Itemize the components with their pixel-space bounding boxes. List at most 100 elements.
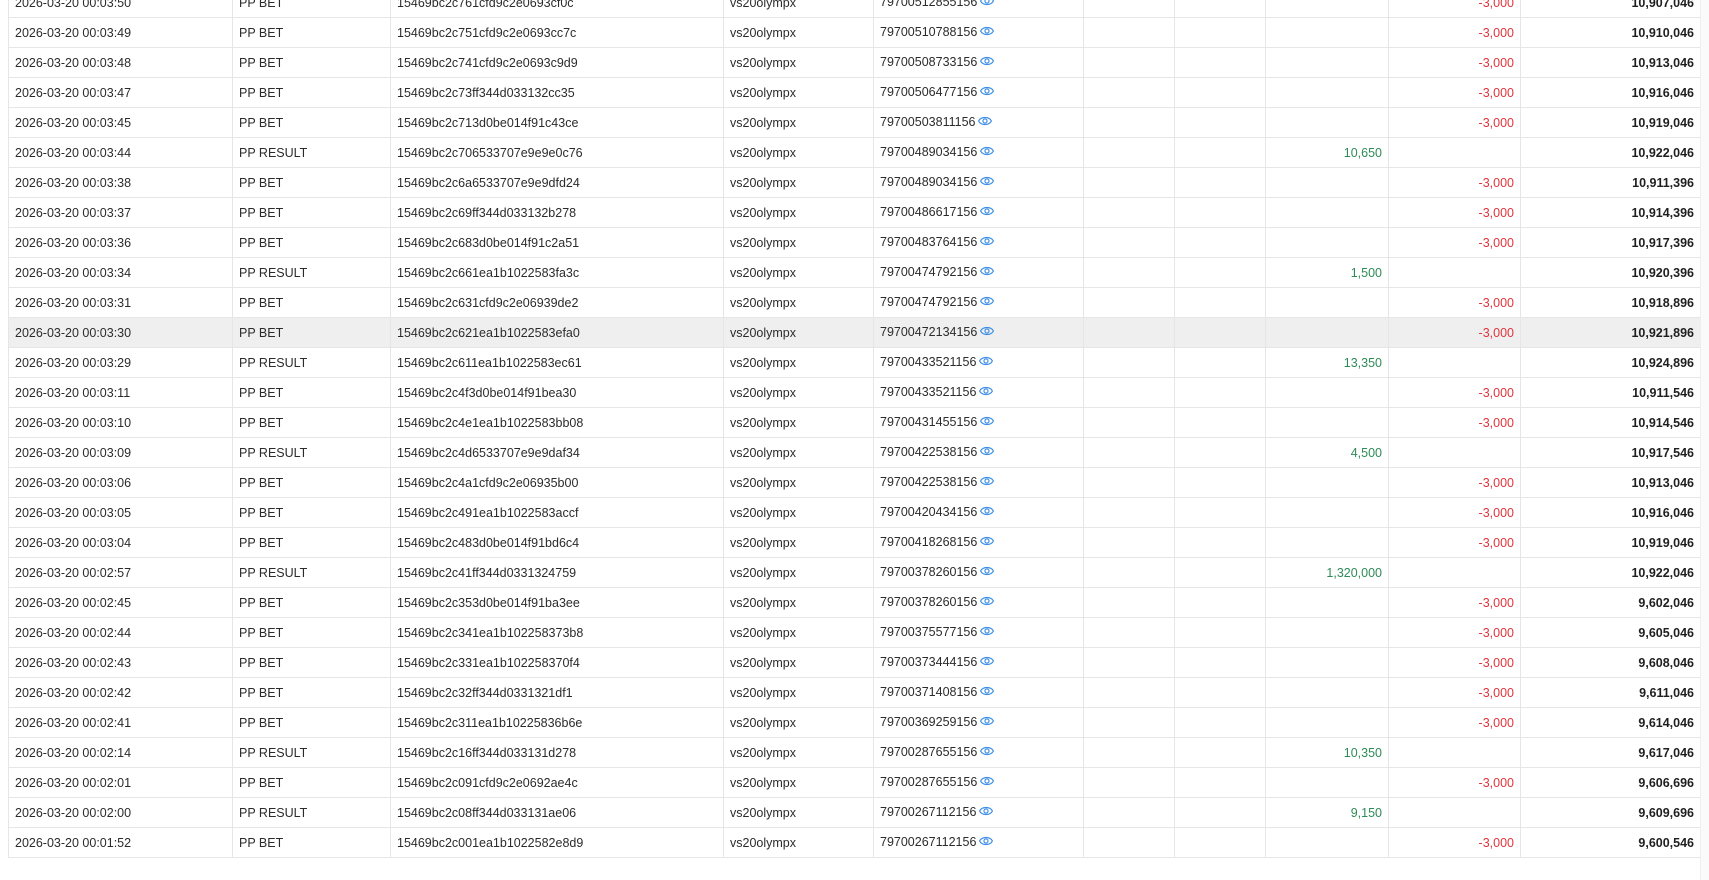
cell-round: 79700422538156 xyxy=(873,467,1084,498)
cell-balance-text: 10,913,046 xyxy=(1631,55,1694,70)
eye-icon[interactable] xyxy=(980,594,995,611)
eye-icon[interactable] xyxy=(980,624,995,641)
cell-debit: -3,000 xyxy=(1388,107,1521,138)
cell-round-text: 79700375577156 xyxy=(880,625,978,639)
eye-icon[interactable] xyxy=(980,744,995,761)
eye-icon[interactable] xyxy=(980,654,995,671)
eye-icon[interactable] xyxy=(980,564,995,581)
table-row[interactable]: 2026-03-20 00:03:05 PP BET 15469bc2c491ea1… xyxy=(8,497,1701,528)
eye-icon[interactable] xyxy=(980,174,995,191)
cell-type-text: PP BET xyxy=(239,85,284,100)
cell-debit-text: -3,000 xyxy=(1478,505,1514,520)
eye-icon[interactable] xyxy=(979,834,994,851)
transaction-table-body: 2026-03-20 00:03:50 PP BET 15469bc2c761cfd… xyxy=(8,0,1701,858)
cell-transaction-id: 15469bc2c621ea1b1022583efa0 xyxy=(390,317,724,348)
table-row[interactable]: 2026-03-20 00:03:38 PP BET 15469bc2c6a6533… xyxy=(8,167,1701,198)
cell-balance-text: 9,600,546 xyxy=(1638,835,1694,850)
table-row[interactable]: 2026-03-20 00:03:49 PP BET 15469bc2c751cfd… xyxy=(8,17,1701,48)
table-row[interactable]: 2026-03-20 00:03:45 PP BET 15469bc2c713d0b… xyxy=(8,107,1701,138)
eye-icon[interactable] xyxy=(979,804,994,821)
eye-icon[interactable] xyxy=(978,114,993,131)
eye-icon[interactable] xyxy=(980,324,995,341)
cell-type-text: PP BET xyxy=(239,25,284,40)
table-row[interactable]: 2026-03-20 00:02:14 PP RESULT 15469bc2c16f… xyxy=(8,737,1701,768)
cell-empty-2 xyxy=(1174,107,1266,138)
eye-icon[interactable] xyxy=(980,504,995,521)
table-row[interactable]: 2026-03-20 00:03:37 PP BET 15469bc2c69ff34… xyxy=(8,197,1701,228)
table-row[interactable]: 2026-03-20 00:03:30 PP BET 15469bc2c621ea1… xyxy=(8,317,1701,348)
cell-round: 79700418268156 xyxy=(873,527,1084,558)
table-row[interactable]: 2026-03-20 00:03:29 PP RESULT 15469bc2c611… xyxy=(8,347,1701,378)
cell-transaction-id-text: 15469bc2c4e1ea1b1022583bb08 xyxy=(397,415,584,430)
table-row[interactable]: 2026-03-20 00:02:44 PP BET 15469bc2c341ea1… xyxy=(8,617,1701,648)
table-row[interactable]: 2026-03-20 00:02:45 PP BET 15469bc2c353d0b… xyxy=(8,587,1701,618)
cell-transaction-id-text: 15469bc2c661ea1b1022583fa3c xyxy=(397,265,580,280)
cell-empty-2 xyxy=(1174,257,1266,288)
table-row[interactable]: 2026-03-20 00:02:41 PP BET 15469bc2c311ea1… xyxy=(8,707,1701,738)
table-row[interactable]: 2026-03-20 00:03:34 PP RESULT 15469bc2c661… xyxy=(8,257,1701,288)
cell-debit-text: -3,000 xyxy=(1478,385,1514,400)
cell-debit: -3,000 xyxy=(1388,767,1521,798)
table-row[interactable]: 2026-03-20 00:02:42 PP BET 15469bc2c32ff34… xyxy=(8,677,1701,708)
eye-icon[interactable] xyxy=(980,54,995,71)
eye-icon[interactable] xyxy=(980,294,995,311)
table-row[interactable]: 2026-03-20 00:03:09 PP RESULT 15469bc2c4d6… xyxy=(8,437,1701,468)
eye-icon[interactable] xyxy=(980,714,995,731)
cell-round-text: 79700287655156 xyxy=(880,745,978,759)
eye-icon[interactable] xyxy=(980,414,995,431)
table-row[interactable]: 2026-03-20 00:03:11 PP BET 15469bc2c4f3d0b… xyxy=(8,377,1701,408)
cell-datetime-text: 2026-03-20 00:02:42 xyxy=(15,685,132,700)
table-row[interactable]: 2026-03-20 00:02:57 PP RESULT 15469bc2c41f… xyxy=(8,557,1701,588)
cell-empty-1 xyxy=(1083,527,1175,558)
cell-game: vs20olympx xyxy=(723,767,874,798)
table-row[interactable]: 2026-03-20 00:03:06 PP BET 15469bc2c4a1cfd… xyxy=(8,467,1701,498)
table-row[interactable]: 2026-03-20 00:02:00 PP RESULT 15469bc2c08f… xyxy=(8,797,1701,828)
eye-icon[interactable] xyxy=(980,234,995,251)
cell-empty-1 xyxy=(1083,737,1175,768)
eye-icon[interactable] xyxy=(980,684,995,701)
cell-empty-1 xyxy=(1083,557,1175,588)
table-row[interactable]: 2026-03-20 00:03:36 PP BET 15469bc2c683d0b… xyxy=(8,227,1701,258)
table-row[interactable]: 2026-03-20 00:03:04 PP BET 15469bc2c483d0b… xyxy=(8,527,1701,558)
eye-icon[interactable] xyxy=(979,384,994,401)
table-row[interactable]: 2026-03-20 00:03:44 PP RESULT 15469bc2c706… xyxy=(8,137,1701,168)
eye-icon[interactable] xyxy=(980,0,995,11)
table-row[interactable]: 2026-03-20 00:03:48 PP BET 15469bc2c741cfd… xyxy=(8,47,1701,78)
table-row[interactable]: 2026-03-20 00:03:10 PP BET 15469bc2c4e1ea1… xyxy=(8,407,1701,438)
eye-icon[interactable] xyxy=(979,354,994,371)
scrollbar-track[interactable] xyxy=(1700,0,1709,880)
table-row[interactable]: 2026-03-20 00:02:43 PP BET 15469bc2c331ea1… xyxy=(8,647,1701,678)
table-row[interactable]: 2026-03-20 00:01:52 PP BET 15469bc2c001ea1… xyxy=(8,827,1701,858)
cell-round: 79700489034156 xyxy=(873,137,1084,168)
cell-balance-text: 10,913,046 xyxy=(1631,475,1694,490)
eye-icon[interactable] xyxy=(980,444,995,461)
eye-icon[interactable] xyxy=(980,84,995,101)
eye-icon[interactable] xyxy=(980,474,995,491)
table-row[interactable]: 2026-03-20 00:02:01 PP BET 15469bc2c091cfd… xyxy=(8,767,1701,798)
cell-balance: 10,917,546 xyxy=(1520,437,1701,468)
table-row[interactable]: 2026-03-20 00:03:50 PP BET 15469bc2c761cfd… xyxy=(8,0,1701,18)
cell-round: 79700433521156 xyxy=(873,347,1084,378)
eye-icon[interactable] xyxy=(980,264,995,281)
cell-game-text: vs20olympx xyxy=(730,265,796,280)
cell-type: PP RESULT xyxy=(232,137,391,168)
eye-icon[interactable] xyxy=(980,774,995,791)
cell-transaction-id: 15469bc2c73ff344d033132cc35 xyxy=(390,77,724,108)
cell-debit-text: -3,000 xyxy=(1478,115,1514,130)
cell-credit: 4,500 xyxy=(1265,437,1389,468)
eye-icon[interactable] xyxy=(980,534,995,551)
cell-datetime: 2026-03-20 00:02:00 xyxy=(8,797,233,828)
eye-icon[interactable] xyxy=(980,144,995,161)
cell-type-text: PP BET xyxy=(239,655,284,670)
cell-round-text: 79700472134156 xyxy=(880,325,978,339)
cell-type-text: PP BET xyxy=(239,235,284,250)
cell-round-text: 79700489034156 xyxy=(880,145,978,159)
cell-datetime: 2026-03-20 00:03:49 xyxy=(8,17,233,48)
cell-datetime-text: 2026-03-20 00:03:34 xyxy=(15,265,132,280)
eye-icon[interactable] xyxy=(980,24,995,41)
table-row[interactable]: 2026-03-20 00:03:31 PP BET 15469bc2c631cfd… xyxy=(8,287,1701,318)
cell-type: PP BET xyxy=(232,377,391,408)
table-row[interactable]: 2026-03-20 00:03:47 PP BET 15469bc2c73ff34… xyxy=(8,77,1701,108)
eye-icon[interactable] xyxy=(980,204,995,221)
cell-round: 79700474792156 xyxy=(873,287,1084,318)
